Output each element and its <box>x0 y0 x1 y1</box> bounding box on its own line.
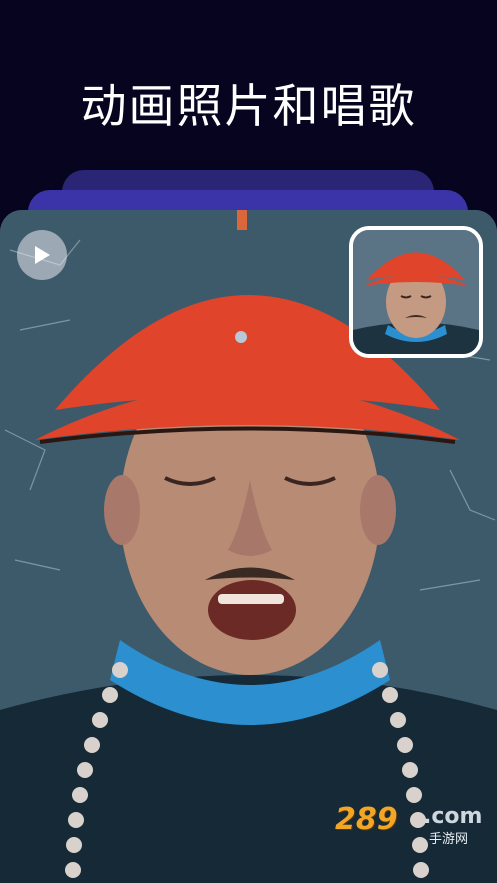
watermark-brand: 289 <box>335 802 398 837</box>
source-photo-thumbnail[interactable] <box>349 226 483 358</box>
page-title: 动画照片和唱歌 <box>80 79 417 133</box>
play-icon <box>35 246 50 264</box>
thumbnail-portrait-image <box>353 230 479 354</box>
watermark-tagline: 手游网 <box>429 832 469 847</box>
play-button[interactable] <box>17 230 67 280</box>
watermark-domain: .com <box>423 804 483 829</box>
site-watermark: 289 .com 手游网 <box>335 802 485 848</box>
